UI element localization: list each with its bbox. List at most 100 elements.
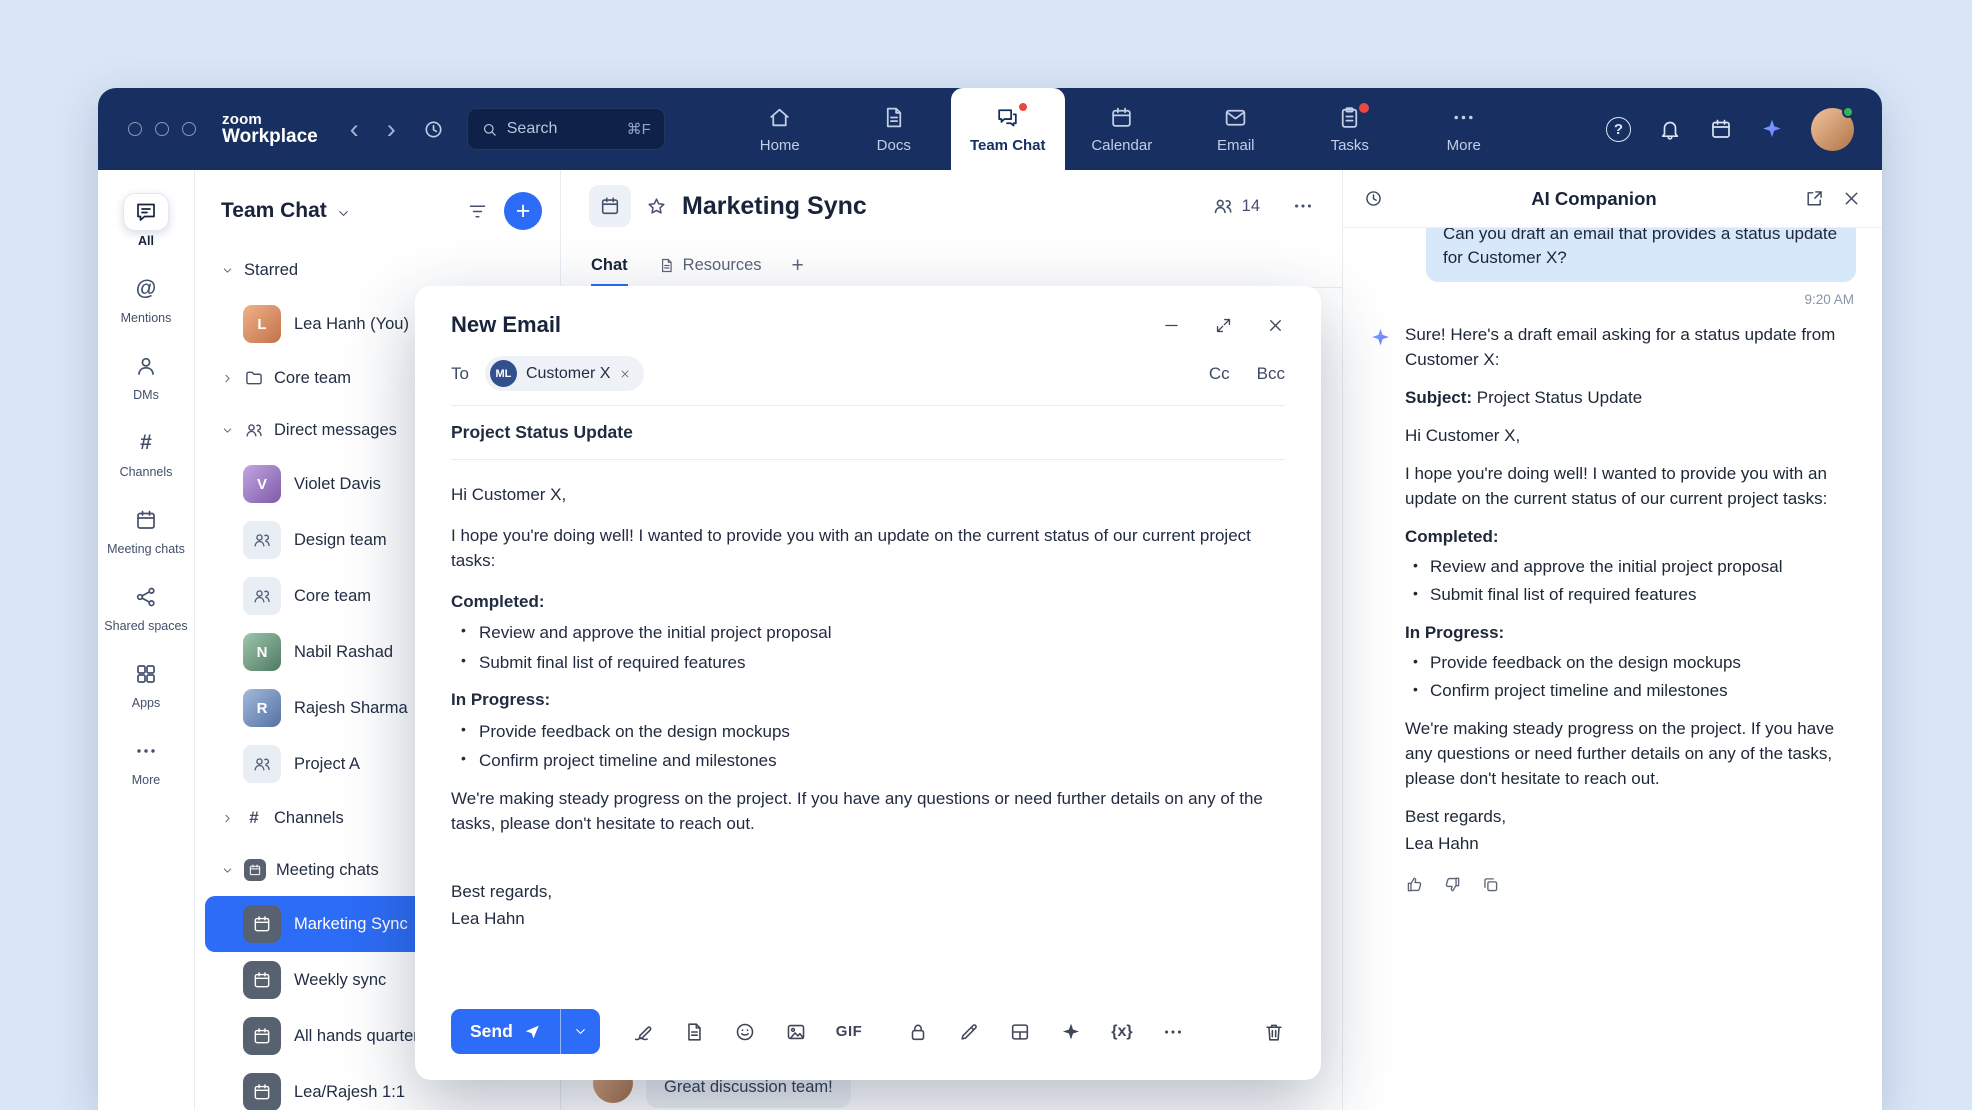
avatar: V bbox=[243, 465, 281, 503]
open-in-new-icon[interactable] bbox=[1804, 188, 1825, 209]
rail-more-icon bbox=[134, 739, 158, 763]
nav-home[interactable]: Home bbox=[723, 88, 837, 170]
subject-field[interactable]: Project Status Update bbox=[415, 406, 1321, 459]
channel-avatar bbox=[589, 185, 631, 227]
ai-sparkle-icon[interactable] bbox=[1060, 1021, 1082, 1043]
tab-chat[interactable]: Chat bbox=[591, 256, 628, 287]
rail-item-more[interactable]: More bbox=[98, 721, 194, 798]
people-icon bbox=[252, 586, 272, 606]
thumbs-down-icon[interactable] bbox=[1443, 875, 1462, 894]
nav-email[interactable]: Email bbox=[1179, 88, 1293, 170]
forward-icon[interactable]: › bbox=[387, 116, 396, 143]
remove-recipient-button[interactable] bbox=[619, 368, 631, 380]
back-icon[interactable]: ‹ bbox=[350, 116, 359, 143]
email-completed-list: Review and approve the initial project p… bbox=[451, 620, 1285, 675]
delete-draft-icon[interactable] bbox=[1263, 1021, 1285, 1043]
close-icon[interactable] bbox=[1841, 188, 1862, 209]
history-nav: ‹ › bbox=[350, 116, 396, 143]
recipient-chip[interactable]: ML Customer X bbox=[485, 356, 644, 391]
ai-subject-line: Subject: Project Status Update bbox=[1405, 386, 1856, 411]
rail-item-dms[interactable]: DMs bbox=[98, 336, 194, 413]
nav-calendar[interactable]: Calendar bbox=[1065, 88, 1179, 170]
rail-item-shared-spaces[interactable]: Shared spaces bbox=[98, 567, 194, 644]
notifications-bell-icon[interactable] bbox=[1658, 117, 1682, 141]
copy-icon[interactable] bbox=[1481, 875, 1500, 894]
chevron-down-icon bbox=[573, 1024, 588, 1039]
email-body-editor[interactable]: Hi Customer X, I hope you're doing well!… bbox=[415, 460, 1321, 995]
nav-docs[interactable]: Docs bbox=[837, 88, 951, 170]
rail-item-channels[interactable]: # Channels bbox=[98, 413, 194, 490]
bcc-button[interactable]: Bcc bbox=[1257, 364, 1285, 384]
cc-button[interactable]: Cc bbox=[1209, 364, 1230, 384]
docs-icon bbox=[881, 105, 906, 130]
dms-person-icon bbox=[134, 354, 158, 378]
meeting-avatar bbox=[243, 961, 281, 999]
user-prompt-bubble: Can you draft an email that provides a s… bbox=[1426, 228, 1856, 282]
rail-item-all[interactable]: All bbox=[98, 182, 194, 259]
image-icon[interactable] bbox=[785, 1021, 807, 1043]
nav-tasks[interactable]: Tasks bbox=[1293, 88, 1407, 170]
gif-icon[interactable]: GIF bbox=[836, 1023, 863, 1040]
ai-completed-list: Review and approve the initial project p… bbox=[1405, 555, 1856, 608]
minimize-icon[interactable] bbox=[1162, 316, 1181, 335]
send-options-button[interactable] bbox=[560, 1009, 600, 1054]
logo-zoom: zoom bbox=[222, 112, 318, 127]
draw-pencil-icon[interactable] bbox=[958, 1021, 980, 1043]
search-shortcut: ⌘F bbox=[627, 120, 651, 138]
tab-resources[interactable]: Resources bbox=[658, 256, 762, 287]
star-channel-button[interactable] bbox=[646, 196, 667, 217]
format-signature-icon[interactable] bbox=[632, 1021, 654, 1043]
rail-item-mentions[interactable]: @ Mentions bbox=[98, 259, 194, 336]
thumbs-up-icon[interactable] bbox=[1405, 875, 1424, 894]
emoji-icon[interactable] bbox=[734, 1021, 756, 1043]
more-icon[interactable] bbox=[1162, 1021, 1184, 1043]
rail-item-meeting-chats[interactable]: Meeting chats bbox=[98, 490, 194, 567]
template-icon[interactable] bbox=[683, 1021, 705, 1043]
rail-item-apps[interactable]: Apps bbox=[98, 644, 194, 721]
filter-button[interactable] bbox=[467, 201, 488, 222]
recent-history-icon[interactable] bbox=[422, 118, 445, 141]
meeting-avatar bbox=[243, 905, 281, 943]
member-count[interactable]: 14 bbox=[1212, 195, 1260, 217]
window-controls bbox=[128, 122, 196, 136]
nav-more[interactable]: More bbox=[1407, 88, 1521, 170]
to-field[interactable]: To ML Customer X Cc Bcc bbox=[415, 352, 1321, 405]
top-bar: zoom Workplace ‹ › Search ⌘F Home Docs bbox=[98, 88, 1882, 170]
team-chat-notification-dot bbox=[1017, 101, 1029, 113]
variable-icon[interactable]: {x} bbox=[1111, 1023, 1132, 1041]
window-zoom-button[interactable] bbox=[182, 122, 196, 136]
ai-closing: We're making steady progress on the proj… bbox=[1405, 717, 1856, 792]
ai-companion-panel: AI Companion Can you draft an email that… bbox=[1342, 170, 1882, 1110]
hash-icon: # bbox=[244, 808, 264, 828]
send-button[interactable]: Send bbox=[451, 1009, 560, 1054]
send-split-button: Send bbox=[451, 1009, 600, 1054]
to-label: To bbox=[451, 364, 469, 384]
layout-icon[interactable] bbox=[1009, 1021, 1031, 1043]
mini-calendar-icon[interactable] bbox=[1709, 117, 1733, 141]
profile-avatar[interactable] bbox=[1811, 108, 1854, 151]
history-icon[interactable] bbox=[1363, 188, 1384, 209]
channel-more-button[interactable] bbox=[1292, 195, 1314, 217]
encryption-lock-icon[interactable] bbox=[907, 1021, 929, 1043]
chevron-down-icon bbox=[221, 264, 234, 277]
folder-icon bbox=[244, 368, 264, 388]
ai-companion-sparkle-icon[interactable] bbox=[1760, 117, 1784, 141]
search-input[interactable]: Search ⌘F bbox=[467, 108, 665, 150]
window-minimize-button[interactable] bbox=[155, 122, 169, 136]
ai-conversation[interactable]: Can you draft an email that provides a s… bbox=[1343, 228, 1882, 1110]
chat-list-title[interactable]: Team Chat bbox=[221, 199, 327, 223]
timestamp: 9:20 AM bbox=[1371, 292, 1854, 307]
close-icon[interactable] bbox=[1266, 316, 1285, 335]
page-title: Marketing Sync bbox=[682, 192, 867, 221]
nav-team-chat[interactable]: Team Chat bbox=[951, 88, 1065, 170]
window-close-button[interactable] bbox=[128, 122, 142, 136]
expand-icon[interactable] bbox=[1214, 316, 1233, 335]
people-icon bbox=[252, 754, 272, 774]
group-avatar bbox=[243, 521, 281, 559]
chevron-down-icon bbox=[221, 424, 234, 437]
meeting-avatar bbox=[243, 1073, 281, 1110]
help-icon[interactable]: ? bbox=[1606, 117, 1631, 142]
add-tab-button[interactable]: + bbox=[792, 255, 804, 287]
new-chat-button[interactable]: + bbox=[504, 192, 542, 230]
chat-list-dropdown-icon[interactable] bbox=[336, 201, 351, 221]
